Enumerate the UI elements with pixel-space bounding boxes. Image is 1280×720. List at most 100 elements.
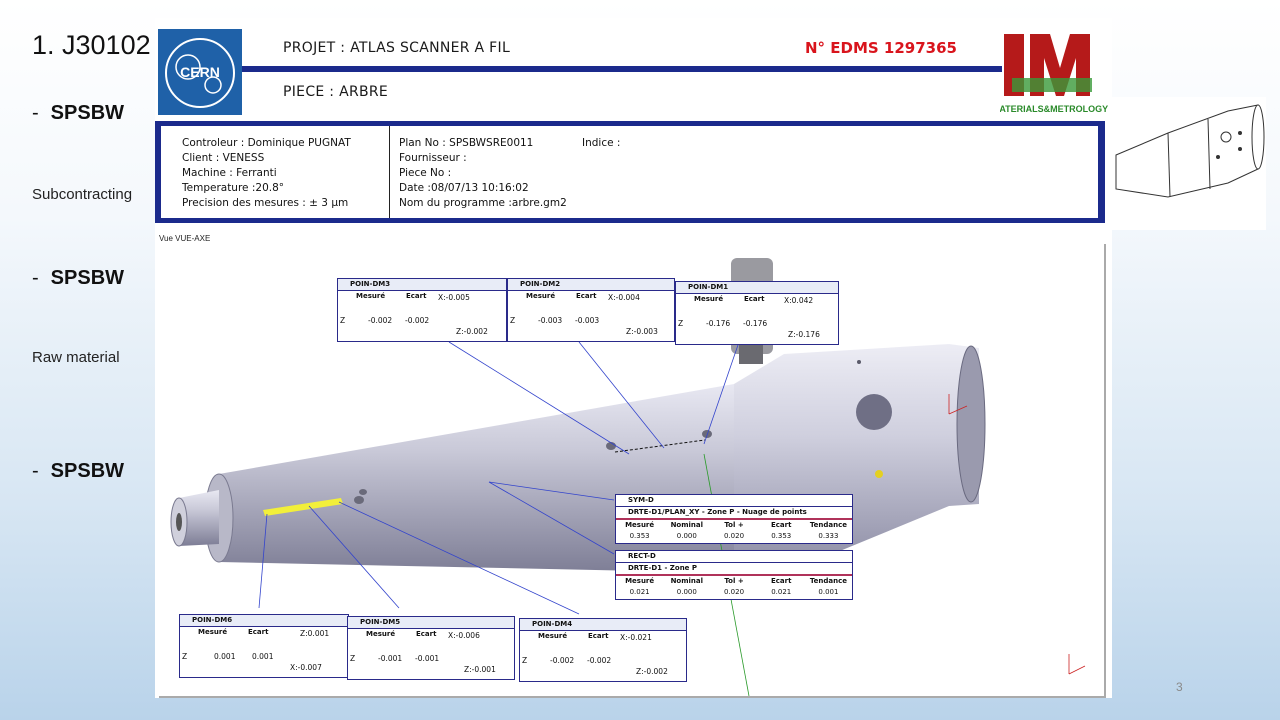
value-x: X:0.042 — [784, 296, 814, 305]
value-z: Z:-0.002 — [456, 327, 488, 336]
th-nominal: Nominal — [670, 521, 704, 529]
info-mid-col: Plan No : SPSBWSRE0011 Fournisseur : Pie… — [399, 136, 567, 211]
info-client: Client : VENESS — [182, 152, 265, 164]
value-mesure: 0.001 — [214, 652, 236, 661]
value-x: X:-0.004 — [608, 293, 640, 302]
bullet-2: - SPSBW — [32, 267, 125, 289]
th-mesure: Mesuré — [625, 577, 655, 585]
value-z: Z:-0.176 — [788, 330, 820, 339]
table-header-row: Mesuré Nominal Tol + Ecart Tendance — [616, 520, 852, 530]
info-left-col: Controleur : Dominique PUGNAT Client : V… — [182, 136, 351, 211]
td-tendance: 0.001 — [818, 588, 839, 596]
td-tol: 0.020 — [723, 588, 745, 596]
value-z: Z:-0.001 — [464, 665, 496, 674]
value-z: X:-0.007 — [290, 663, 322, 672]
td-nominal: 0.000 — [676, 588, 697, 596]
col-mesure: Mesuré — [694, 295, 724, 303]
value-mesure: -0.002 — [550, 656, 575, 665]
value-ecart: -0.176 — [743, 319, 768, 328]
axis-label: Z — [350, 654, 356, 663]
td-tol: 0.020 — [723, 532, 745, 540]
td-ecart: 0.353 — [771, 532, 792, 540]
table-header-row: Mesuré Nominal Tol + Ecart Tendance — [616, 576, 852, 586]
axis-label: Z — [678, 319, 684, 328]
info-inner: Controleur : Dominique PUGNAT Client : V… — [161, 126, 1098, 218]
value-mesure: -0.002 — [368, 316, 393, 325]
info-separator — [389, 126, 390, 218]
info-date: Date :08/07/13 10:16:02 — [399, 182, 529, 194]
value-ecart: -0.001 — [415, 654, 440, 663]
td-mesure: 0.021 — [629, 588, 650, 596]
table-title: RECT-D — [616, 551, 852, 563]
callout-title: POIN-DM1 — [676, 282, 838, 294]
table-value-row: 0.021 0.000 0.020 0.021 0.001 — [616, 587, 852, 597]
callout-poin-dm4: POIN-DM4 Mesuré Ecart Z -0.002 -0.002 X:… — [519, 618, 687, 682]
value-ecart: -0.002 — [587, 656, 612, 665]
cern-logo: CERN — [158, 29, 242, 115]
value-x: X:-0.005 — [438, 293, 470, 302]
piece-label: PIECE : — [283, 84, 335, 100]
th-nominal: Nominal — [670, 577, 704, 585]
info-temperature: Temperature :20.8° — [182, 182, 285, 194]
table-value-row: 0.353 0.000 0.020 0.353 0.333 — [616, 531, 852, 541]
td-mesure: 0.353 — [629, 532, 650, 540]
value-x: X:-0.021 — [620, 633, 652, 642]
view-label: Vue VUE-AXE — [159, 234, 211, 243]
value-ecart: 0.001 — [252, 652, 274, 661]
table-sym-d: SYM-D DRTE-D1/PLAN_XY - Zone P - Nuage d… — [615, 494, 853, 544]
metrology-report: CERN PROJET : ATLAS SCANNER A FIL N° EDM… — [155, 18, 1112, 698]
th-ecart: Ecart — [770, 521, 792, 529]
header-bar — [242, 66, 1002, 72]
th-tendance: Tendance — [809, 521, 848, 529]
svg-text:CERN: CERN — [180, 64, 220, 80]
col-mesure: Mesuré — [356, 292, 386, 300]
value-x: Z:0.001 — [300, 629, 330, 638]
piece-line: PIECE : ARBRE — [283, 84, 388, 100]
value-x: X:-0.006 — [448, 631, 480, 640]
info-programme: Nom du programme :arbre.gm2 — [399, 197, 567, 209]
value-z: Z:-0.003 — [626, 327, 658, 336]
col-mesure: Mesuré — [366, 630, 396, 638]
info-plan: Plan No : SPSBWSRE0011 — [399, 137, 534, 149]
bullet-3-text: SPSBW — [50, 460, 125, 482]
col-ecart: Ecart — [744, 295, 765, 303]
bullet-1-text: SPSBW — [50, 102, 125, 124]
col-mesure: Mesuré — [538, 632, 568, 640]
table-rect-d: RECT-D DRTE-D1 - Zone P Mesuré Nominal T… — [615, 550, 853, 600]
callout-title: POIN-DM2 — [508, 279, 674, 291]
col-ecart: Ecart — [248, 628, 269, 636]
projet-label: PROJET : — [283, 40, 346, 56]
th-tol: Tol + — [724, 521, 744, 529]
bullet-2-text: SPSBW — [50, 267, 125, 289]
callout-title: POIN-DM5 — [348, 617, 514, 629]
callout-title: POIN-DM4 — [520, 619, 686, 631]
page-number: 3 — [1176, 680, 1183, 694]
col-ecart: Ecart — [406, 292, 427, 300]
th-mesure: Mesuré — [625, 521, 655, 529]
edms-number: N° EDMS 1297365 — [805, 39, 957, 57]
callout-poin-dm2: POIN-DM2 Mesuré Ecart Z -0.003 -0.003 X:… — [507, 278, 675, 342]
value-mesure: -0.003 — [538, 316, 563, 325]
callout-title: POIN-DM6 — [180, 615, 348, 627]
projet-line: PROJET : ATLAS SCANNER A FIL — [283, 40, 510, 56]
info-box: Controleur : Dominique PUGNAT Client : V… — [155, 121, 1105, 223]
axis-label: Z — [510, 316, 516, 325]
raw-material-text: Raw material — [32, 349, 120, 366]
th-tendance: Tendance — [809, 577, 848, 585]
axis-label: Z — [182, 652, 188, 661]
col-mesure: Mesuré — [198, 628, 228, 636]
td-ecart: 0.021 — [771, 588, 792, 596]
value-ecart: -0.002 — [405, 316, 430, 325]
callout-poin-dm1: POIN-DM1 Mesuré Ecart Z -0.176 -0.176 X:… — [675, 281, 839, 345]
th-tol: Tol + — [724, 577, 744, 585]
cad-view: POIN-DM3 Mesuré Ecart Z -0.002 -0.002 X:… — [159, 244, 1106, 698]
part-drawing-image — [1108, 97, 1266, 230]
bullet-1: - SPSBW — [32, 102, 125, 124]
axis-label: Z — [340, 316, 346, 325]
callout-poin-dm6: POIN-DM6 Mesuré Ecart Z 0.001 0.001 Z:0.… — [179, 614, 349, 678]
logo-text: MATERIALS&METROLOGY — [1000, 104, 1108, 114]
callout-title: POIN-DM3 — [338, 279, 506, 291]
info-piece-no: Piece No : — [399, 167, 452, 179]
info-indice: Indice : — [582, 137, 621, 149]
td-tendance: 0.333 — [818, 532, 839, 540]
